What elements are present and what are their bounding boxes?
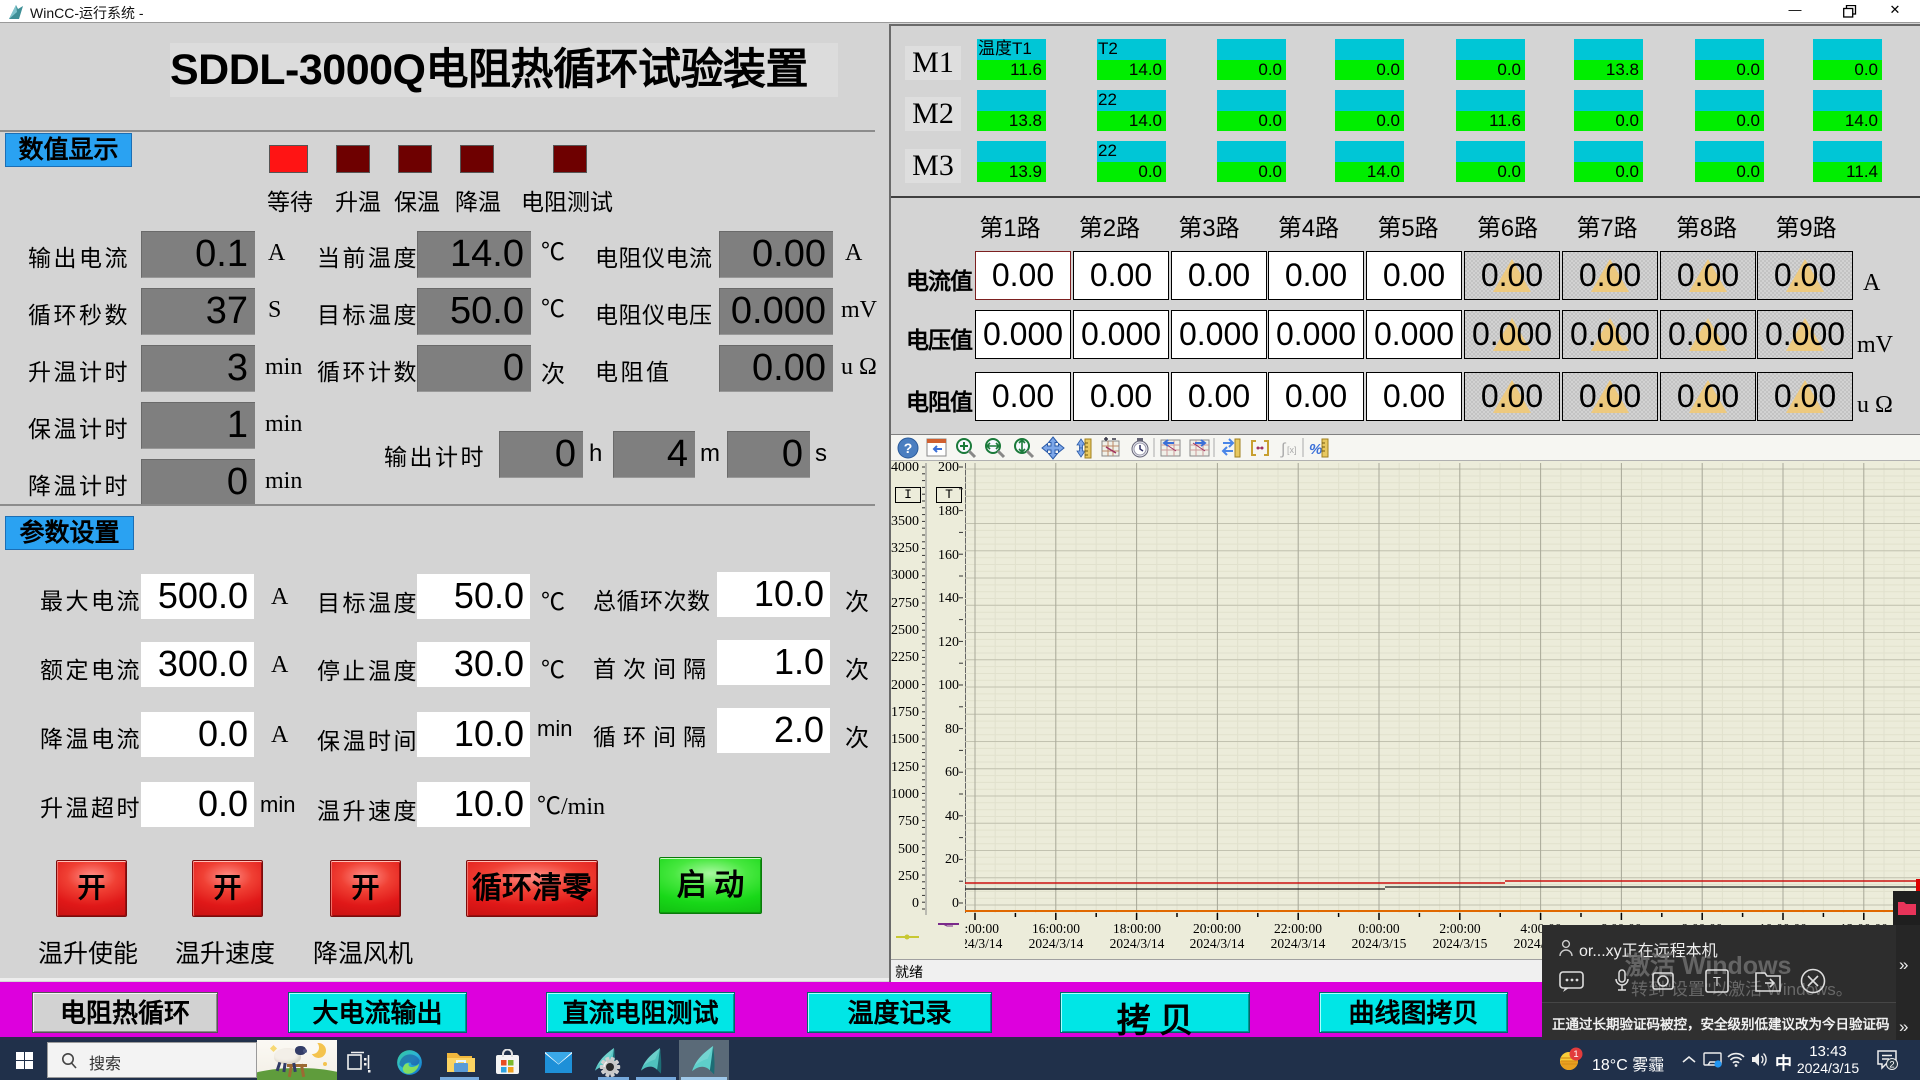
svg-text:?: ? [904, 440, 913, 456]
svg-text:[x]: [x] [1287, 445, 1297, 455]
svg-text:%: % [1309, 441, 1322, 458]
svg-text:1: 1 [1573, 1049, 1578, 1060]
svg-text:2: 2 [1889, 1060, 1894, 1071]
svg-text:∫: ∫ [1280, 441, 1287, 458]
svg-text:T: T [1713, 974, 1721, 989]
